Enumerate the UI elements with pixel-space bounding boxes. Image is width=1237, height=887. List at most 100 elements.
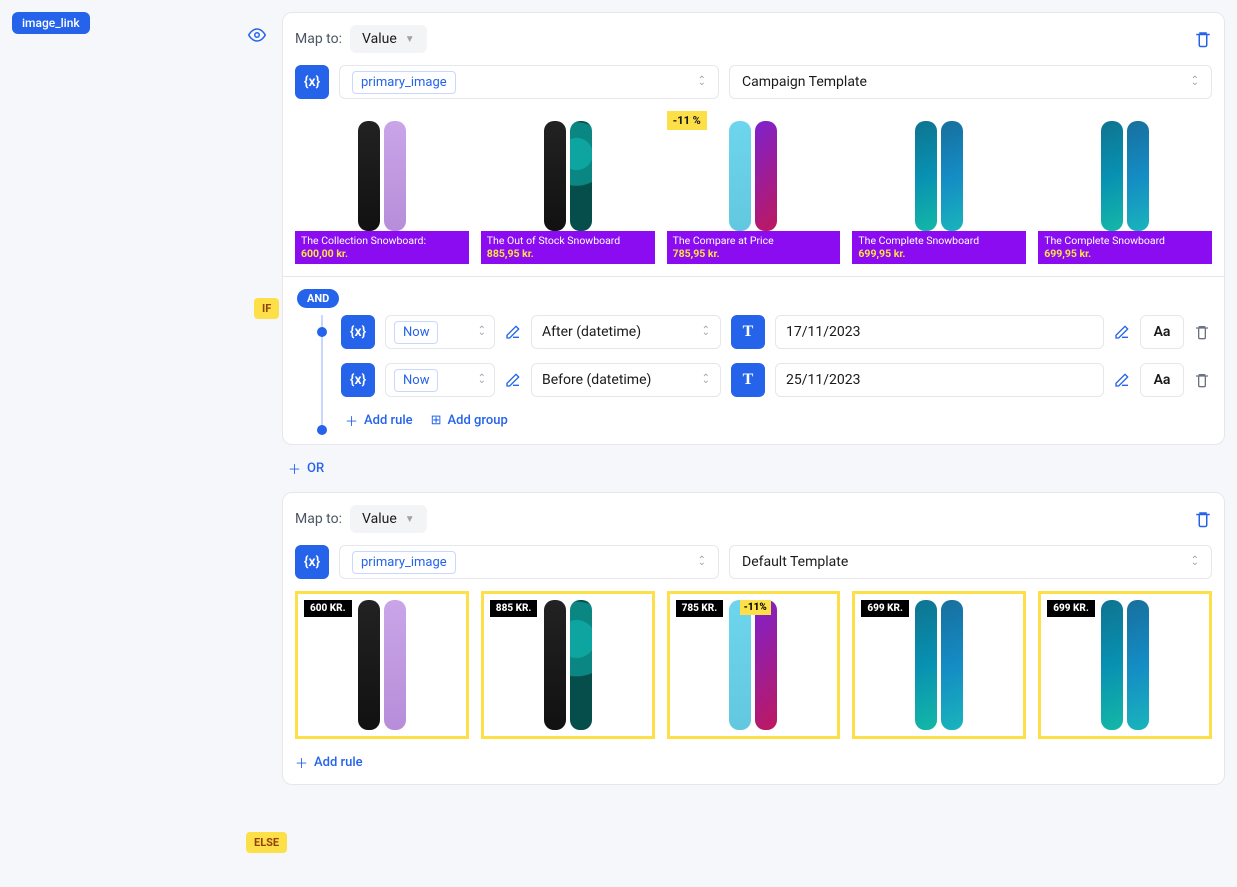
thumb-title: The Collection Snowboard:: [301, 235, 463, 248]
chevron-down-icon: ▼: [405, 34, 415, 45]
rule-value-input[interactable]: 17/11/2023: [775, 315, 1104, 349]
rule-var-token: Now: [394, 321, 438, 344]
plus-icon: ＋: [345, 411, 358, 430]
variable-token: primary_image: [352, 551, 456, 574]
variable-icon: {x}: [341, 315, 375, 349]
thumb-price: 785,95 kr.: [673, 248, 835, 261]
rule-value-input[interactable]: 25/11/2023: [775, 363, 1104, 397]
rule-var-token: Now: [394, 369, 438, 392]
variable-icon: {x}: [341, 363, 375, 397]
sort-icon: [702, 328, 710, 336]
rule-variable-select[interactable]: Now: [385, 363, 495, 397]
edit-icon[interactable]: [1114, 372, 1130, 388]
variable-icon: {x}: [295, 545, 329, 579]
preview-thumb: 699 KR.: [852, 591, 1026, 739]
discount-badge: -11 %: [667, 111, 707, 130]
sort-icon: [702, 376, 710, 384]
field-tag: image_link: [12, 12, 90, 34]
rules-block: AND {x} Now After (datetime) T 17/11/202…: [283, 276, 1224, 444]
delete-rule-button[interactable]: [1194, 372, 1210, 388]
template-select[interactable]: Default Template: [729, 545, 1212, 579]
operator-select[interactable]: After (datetime): [531, 315, 721, 349]
preview-thumb: 885 KR.: [481, 591, 655, 739]
thumb-title: The Complete Snowboard: [858, 235, 1020, 248]
discount-badge: -11%: [740, 600, 771, 615]
case-toggle[interactable]: Aa: [1140, 363, 1184, 397]
variable-icon: {x}: [295, 65, 329, 99]
rule-row: {x} Now After (datetime) T 17/11/2023 Aa: [341, 315, 1210, 349]
variable-select[interactable]: primary_image: [339, 545, 719, 579]
sort-icon: [1191, 558, 1199, 566]
preview-thumb: 785 KR. -11%: [667, 591, 841, 739]
edit-icon[interactable]: [1114, 324, 1130, 340]
if-badge: IF: [254, 298, 279, 319]
edit-icon[interactable]: [505, 372, 521, 388]
rule-row: {x} Now Before (datetime) T 25/11/2023 A…: [341, 363, 1210, 397]
thumb-title: The Compare at Price: [673, 235, 835, 248]
thumb-price: 885,95 kr.: [487, 248, 649, 261]
case-toggle[interactable]: Aa: [1140, 315, 1184, 349]
plus-icon: ＋: [295, 753, 308, 772]
else-badge: ELSE: [246, 832, 287, 853]
preview-thumb: The Complete Snowboard699,95 kr.: [852, 111, 1026, 264]
rule-value: 17/11/2023: [786, 324, 861, 340]
variable-select[interactable]: primary_image: [339, 65, 719, 99]
sort-icon: [698, 78, 706, 86]
operator-value: After (datetime): [542, 324, 641, 340]
sort-icon: [698, 558, 706, 566]
delete-panel-button[interactable]: [1194, 30, 1212, 48]
preview-thumbnails: The Collection Snowboard:600,00 kr. The …: [295, 111, 1212, 264]
thumb-price: 699,95 kr.: [1044, 248, 1206, 261]
rule-value: 25/11/2023: [786, 372, 861, 388]
preview-thumb: The Out of Stock Snowboard885,95 kr.: [481, 111, 655, 264]
plus-icon: ＋: [288, 459, 301, 478]
preview-thumb: 699 KR.: [1038, 591, 1212, 739]
thumb-price: 600,00 kr.: [301, 248, 463, 261]
price-tag: 699 KR.: [861, 600, 909, 617]
price-tag: 699 KR.: [1047, 600, 1095, 617]
price-tag: 885 KR.: [490, 600, 538, 617]
operator-select[interactable]: Before (datetime): [531, 363, 721, 397]
preview-thumb: -11 % The Compare at Price785,95 kr.: [667, 111, 841, 264]
or-button[interactable]: ＋ OR: [288, 459, 324, 478]
delete-panel-button[interactable]: [1194, 510, 1212, 528]
preview-thumbnails: 600 KR. 885 KR. 785 KR. -11% 699 KR. 699 …: [295, 591, 1212, 739]
preview-icon[interactable]: [248, 26, 266, 44]
map-to-label: Map to:: [295, 31, 342, 47]
variable-token: primary_image: [352, 71, 456, 94]
thumb-title: The Out of Stock Snowboard: [487, 235, 649, 248]
map-to-select[interactable]: Value ▼: [350, 25, 427, 53]
price-tag: 600 KR.: [304, 600, 352, 617]
delete-rule-button[interactable]: [1194, 324, 1210, 340]
preview-thumb: The Complete Snowboard699,95 kr.: [1038, 111, 1212, 264]
add-rule-button[interactable]: ＋ Add rule: [295, 753, 363, 772]
sort-icon: [478, 376, 486, 384]
map-to-value: Value: [362, 511, 397, 527]
price-tag: 785 KR.: [676, 600, 724, 617]
sort-icon: [1191, 78, 1199, 86]
chevron-down-icon: ▼: [405, 514, 415, 525]
logic-and-badge[interactable]: AND: [297, 289, 339, 308]
map-to-select[interactable]: Value ▼: [350, 505, 427, 533]
text-icon: T: [731, 315, 765, 349]
link-label: Add group: [448, 413, 508, 428]
mapping-panel-else: Map to: Value ▼ {x} primary_image D: [282, 492, 1225, 785]
thumb-price: 699,95 kr.: [858, 248, 1020, 261]
template-value: Campaign Template: [742, 74, 867, 90]
edit-icon[interactable]: [505, 324, 521, 340]
rule-variable-select[interactable]: Now: [385, 315, 495, 349]
link-label: Add rule: [364, 413, 413, 428]
sort-icon: [478, 328, 486, 336]
template-select[interactable]: Campaign Template: [729, 65, 1212, 99]
link-label: OR: [307, 461, 324, 476]
add-rule-button[interactable]: ＋ Add rule: [345, 411, 413, 430]
preview-thumb: The Collection Snowboard:600,00 kr.: [295, 111, 469, 264]
thumb-title: The Complete Snowboard: [1044, 235, 1206, 248]
template-value: Default Template: [742, 554, 848, 570]
map-to-label: Map to:: [295, 511, 342, 527]
add-group-button[interactable]: ⊞Add group: [431, 411, 508, 430]
operator-value: Before (datetime): [542, 372, 651, 388]
link-label: Add rule: [314, 755, 363, 770]
preview-thumb: 600 KR.: [295, 591, 469, 739]
text-icon: T: [731, 363, 765, 397]
